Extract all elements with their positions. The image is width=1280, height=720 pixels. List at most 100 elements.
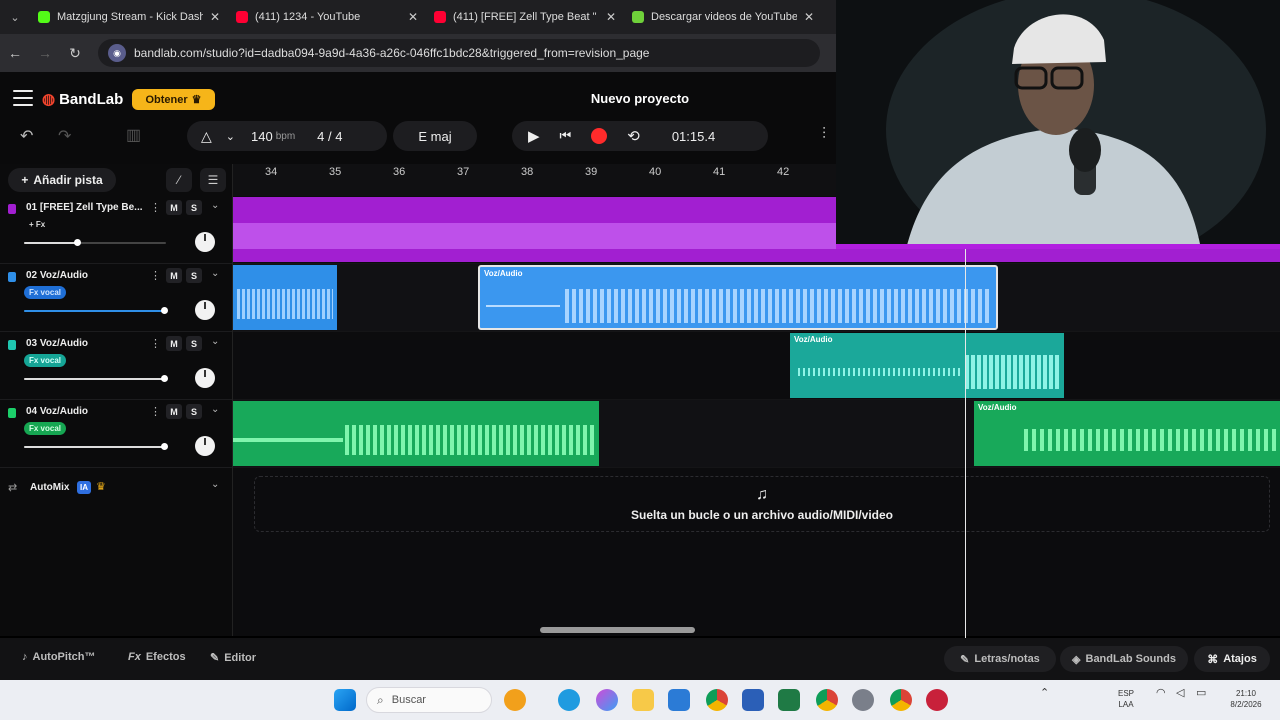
skip-back-icon[interactable]: ⏮ <box>560 128 572 144</box>
browser-tab[interactable]: (411) 1234 - YouTube ✕ <box>228 0 426 34</box>
pan-knob[interactable] <box>195 436 215 456</box>
reload-icon[interactable]: ↻ <box>60 45 90 62</box>
obtener-button[interactable]: Obtener ♛ <box>132 89 215 110</box>
audio-region[interactable] <box>233 265 337 330</box>
solo-button[interactable]: S <box>186 404 202 419</box>
volume-handle[interactable] <box>161 443 168 450</box>
add-track-button[interactable]: + Añadir pista <box>8 168 116 192</box>
chevron-down-icon[interactable]: ⌄ <box>211 336 219 347</box>
audio-region[interactable]: Voz/Audio <box>790 333 1064 398</box>
back-icon[interactable]: ← <box>0 45 30 61</box>
windows-start-icon[interactable] <box>334 689 356 711</box>
tray-chevron-icon[interactable]: ⌃ <box>1040 688 1049 699</box>
track-header[interactable]: 03 Voz/Audio ⋮ M S ⌄ Fx vocal <box>0 332 232 400</box>
mail-icon[interactable] <box>668 689 690 711</box>
close-icon[interactable]: ✕ <box>408 10 418 24</box>
settings-icon[interactable] <box>852 689 874 711</box>
piano-keys-icon[interactable]: ▥ <box>126 125 141 145</box>
widgets-icon[interactable] <box>504 689 526 711</box>
solo-button[interactable]: S <box>186 268 202 283</box>
track-settings-icon[interactable]: ☰ <box>200 168 226 192</box>
tuner-icon[interactable]: ⁄ <box>166 168 192 192</box>
track-name[interactable]: 04 Voz/Audio <box>26 406 144 417</box>
mute-button[interactable]: M <box>166 404 182 419</box>
volume-handle[interactable] <box>161 307 168 314</box>
volume-slider[interactable] <box>24 239 166 246</box>
volume-slider[interactable] <box>24 307 168 314</box>
drop-zone[interactable]: ♫ Suelta un bucle o un archivo audio/MID… <box>254 476 1270 532</box>
tempo-value[interactable]: 140 <box>251 129 273 144</box>
chevron-down-icon[interactable]: ⌄ <box>211 404 219 415</box>
more-options-icon[interactable]: ⋮ <box>150 269 161 282</box>
taskbar-search[interactable]: ⌕ Buscar <box>366 687 492 713</box>
fx-preset-badge[interactable]: Fx vocal <box>24 286 67 299</box>
track-lane[interactable]: Voz/Audio <box>233 264 1280 332</box>
tempo-control[interactable]: △ ⌄ 140 bpm 4 / 4 <box>187 121 387 151</box>
pan-knob[interactable] <box>195 300 215 320</box>
hamburger-menu-icon[interactable] <box>13 90 33 106</box>
audio-region[interactable]: Voz/Audio <box>974 401 1280 466</box>
metronome-icon[interactable]: △ <box>201 128 212 145</box>
shortcuts-button[interactable]: ⌘ Atajos <box>1194 646 1270 672</box>
timeline-ruler[interactable]: 34 35 36 37 38 39 40 41 42 <box>233 164 836 196</box>
file-explorer-icon[interactable] <box>632 689 654 711</box>
battery-icon[interactable]: ▭ <box>1196 688 1206 699</box>
edge-icon[interactable] <box>558 689 580 711</box>
track-header[interactable]: 04 Voz/Audio ⋮ M S ⌄ Fx vocal <box>0 400 232 468</box>
browser-tab[interactable]: Matzgjung Stream - Kick Dash ✕ <box>30 0 228 34</box>
track-name[interactable]: 03 Voz/Audio <box>26 338 144 349</box>
more-options-icon[interactable]: ⋮ <box>150 337 161 350</box>
mute-button[interactable]: M <box>166 268 182 283</box>
pan-knob[interactable] <box>195 368 215 388</box>
lyrics-button[interactable]: ✎ Letras/notas <box>944 646 1056 672</box>
mute-button[interactable]: M <box>166 200 182 215</box>
redo-icon[interactable]: ↷ <box>58 126 71 146</box>
word-icon[interactable] <box>742 689 764 711</box>
loop-icon[interactable]: ⟲ <box>627 127 640 145</box>
record-icon[interactable] <box>591 128 608 144</box>
playhead[interactable] <box>965 248 966 638</box>
close-icon[interactable]: ✕ <box>606 10 616 24</box>
automix-row[interactable]: ⇄ AutoMix IA ♛ ⌄ <box>0 474 232 502</box>
volume-icon[interactable]: ◁ <box>1176 688 1184 699</box>
more-options-icon[interactable]: ⋮ <box>150 201 161 214</box>
time-signature[interactable]: 4 / 4 <box>317 129 342 144</box>
mixer-icon[interactable]: ⫶ <box>822 126 826 144</box>
chevron-down-icon[interactable]: ⌄ <box>226 130 235 143</box>
close-icon[interactable]: ✕ <box>804 10 814 24</box>
copilot-icon[interactable] <box>596 689 618 711</box>
close-icon[interactable]: ✕ <box>210 10 220 24</box>
chrome-icon[interactable] <box>816 689 838 711</box>
volume-slider[interactable] <box>24 375 168 382</box>
track-lane[interactable]: Voz/Audio <box>233 332 1280 400</box>
clock[interactable]: 21:10 8/2/2026 <box>1222 688 1270 710</box>
timeline-area[interactable]: Voz/Audio Voz/Audio Voz/Audio <box>233 196 1280 636</box>
track-header[interactable]: 01 [FREE] Zell Type Be... ⋮ M S ⌄ + Fx <box>0 196 232 264</box>
autopitch-button[interactable]: ♪ AutoPitch™ <box>22 651 95 663</box>
audio-region-selected[interactable]: Voz/Audio <box>478 265 998 330</box>
effects-button[interactable]: Fx Efectos <box>128 651 186 663</box>
wifi-icon[interactable]: ◠ <box>1156 688 1166 699</box>
track-header[interactable]: 02 Voz/Audio ⋮ M S ⌄ Fx vocal <box>0 264 232 332</box>
solo-button[interactable]: S <box>186 200 202 215</box>
chrome-icon[interactable] <box>706 689 728 711</box>
chrome-icon[interactable] <box>890 689 912 711</box>
key-button[interactable]: E maj <box>393 121 477 151</box>
editor-button[interactable]: ✎ Editor <box>210 651 256 665</box>
project-title[interactable]: Nuevo proyecto <box>540 91 740 106</box>
pan-knob[interactable] <box>195 232 215 252</box>
chevron-down-icon[interactable]: ⌄ <box>211 479 219 490</box>
track-lane[interactable]: Voz/Audio <box>233 400 1280 468</box>
track-name[interactable]: 01 [FREE] Zell Type Be... <box>26 202 144 213</box>
site-info-icon[interactable]: ◉ <box>108 44 126 62</box>
add-fx-button[interactable]: + Fx <box>24 218 50 231</box>
audio-region[interactable] <box>233 401 599 466</box>
forward-icon[interactable]: → <box>30 45 60 61</box>
excel-icon[interactable] <box>778 689 800 711</box>
volume-handle[interactable] <box>74 239 81 246</box>
language-indicator[interactable]: ESP LAA <box>1118 688 1134 710</box>
app-icon[interactable] <box>926 689 948 711</box>
address-bar[interactable]: ◉ bandlab.com/studio?id=dadba094-9a9d-4a… <box>98 39 820 67</box>
fx-preset-badge[interactable]: Fx vocal <box>24 354 67 367</box>
volume-slider[interactable] <box>24 443 168 450</box>
